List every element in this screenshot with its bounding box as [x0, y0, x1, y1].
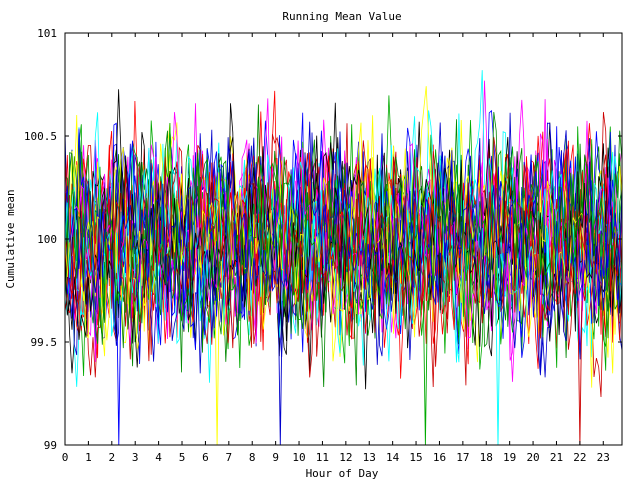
running-mean-chart: Running Mean Value 9999.5100100.5101 012…	[0, 0, 640, 480]
x-tick-label: 18	[480, 451, 493, 464]
x-tick-label: 5	[179, 451, 186, 464]
x-tick-label: 20	[526, 451, 539, 464]
x-tick-label: 22	[573, 451, 586, 464]
x-tick-label: 8	[249, 451, 256, 464]
y-tick-label: 100.5	[24, 130, 57, 143]
x-tick-label: 6	[202, 451, 209, 464]
x-tick-label: 14	[386, 451, 400, 464]
x-tick-label: 21	[550, 451, 563, 464]
x-tick-label: 23	[597, 451, 610, 464]
x-tick-label: 11	[316, 451, 329, 464]
chart-title: Running Mean Value	[282, 10, 401, 23]
x-tick-label: 1	[85, 451, 92, 464]
x-tick-label: 19	[503, 451, 516, 464]
x-tick-label: 0	[62, 451, 69, 464]
x-tick-label: 16	[433, 451, 446, 464]
x-tick-label: 10	[292, 451, 305, 464]
x-tick-label: 9	[272, 451, 279, 464]
y-tick-label: 100	[37, 233, 57, 246]
x-tick-label: 2	[108, 451, 115, 464]
y-tick-label: 99.5	[31, 336, 58, 349]
x-tick-label: 13	[363, 451, 376, 464]
x-tick-label: 17	[456, 451, 469, 464]
x-tick-label: 15	[409, 451, 422, 464]
x-tick-label: 3	[132, 451, 139, 464]
y-axis-label: Cumulative mean	[4, 189, 17, 288]
x-tick-label: 7	[226, 451, 233, 464]
y-tick-label: 101	[37, 27, 57, 40]
x-tick-label: 4	[155, 451, 162, 464]
x-tick-label: 12	[339, 451, 352, 464]
y-tick-label: 99	[44, 439, 57, 452]
x-axis-label: Hour of Day	[306, 467, 379, 480]
